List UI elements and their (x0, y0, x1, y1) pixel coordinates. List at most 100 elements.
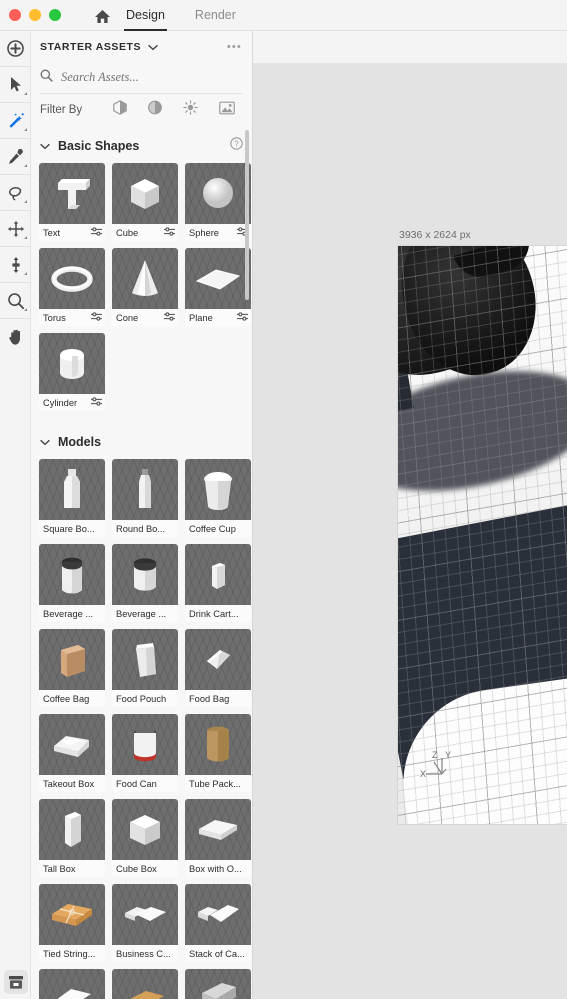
main-tabs[interactable]: Design Render (124, 0, 236, 31)
chevron-down-icon[interactable] (148, 38, 158, 56)
chevron-down-icon[interactable] (40, 433, 50, 451)
asset-tile-food-bag[interactable]: Food Bag (185, 629, 251, 707)
asset-thumbnail[interactable] (112, 163, 178, 224)
tool-flyout-indicator[interactable] (24, 128, 27, 131)
canvas-area[interactable]: 3936 x 2624 px X Z Y (253, 63, 567, 999)
asset-tile-tall-box[interactable]: Tall Box (39, 799, 105, 877)
help-circle-icon[interactable]: ? (230, 137, 243, 155)
asset-tile-round-bottle[interactable]: Round Bo... (112, 459, 178, 537)
asset-thumbnail[interactable] (185, 969, 251, 999)
asset-tile-sphere[interactable]: Sphere (185, 163, 251, 241)
settings-sliders-icon[interactable] (164, 227, 175, 238)
asset-tile-cylinder[interactable]: Cylinder (39, 333, 105, 411)
asset-tile-takeout-box[interactable]: Takeout Box (39, 714, 105, 792)
asset-tile-book-stack[interactable] (185, 969, 251, 999)
move-tool[interactable] (0, 211, 31, 247)
tab-render[interactable]: Render (195, 0, 236, 31)
more-options-icon[interactable]: ••• (227, 41, 242, 52)
select-tool[interactable] (0, 67, 31, 103)
asset-thumbnail[interactable] (39, 248, 105, 309)
asset-tile-cone[interactable]: Cone (112, 248, 178, 326)
maximize-button[interactable] (49, 9, 61, 21)
asset-thumbnail[interactable] (112, 629, 178, 690)
asset-tile-coffee-bag[interactable]: Coffee Bag (39, 629, 105, 707)
close-button[interactable] (9, 9, 21, 21)
assets-scroll-area[interactable]: Basic Shapes ? Text Cube Sphere Torus Co… (31, 127, 252, 999)
asset-thumbnail[interactable] (39, 544, 105, 605)
asset-thumbnail[interactable] (39, 163, 105, 224)
asset-tile-envelope[interactable] (112, 969, 178, 999)
tool-flyout-indicator[interactable] (24, 308, 27, 311)
asset-tile-cube[interactable]: Cube (112, 163, 178, 241)
asset-tile-paper-sheet[interactable] (39, 969, 105, 999)
asset-tile-text[interactable]: Text (39, 163, 105, 241)
asset-thumbnail[interactable] (39, 459, 105, 520)
add-tool[interactable] (0, 31, 31, 67)
archive-icon[interactable] (4, 970, 28, 994)
asset-thumbnail[interactable] (112, 884, 178, 945)
home-icon[interactable] (90, 5, 114, 27)
minimize-button[interactable] (29, 9, 41, 21)
section-header-models[interactable]: Models (31, 411, 252, 459)
tool-flyout-indicator[interactable] (24, 200, 27, 203)
asset-thumbnail[interactable] (39, 969, 105, 999)
asset-thumbnail[interactable] (185, 163, 251, 224)
settings-sliders-icon[interactable] (164, 312, 175, 323)
asset-thumbnail[interactable] (185, 248, 251, 309)
asset-thumbnail[interactable] (39, 884, 105, 945)
magic-wand-tool[interactable] (0, 103, 31, 139)
asset-thumbnail[interactable] (112, 714, 178, 775)
lasso-tool[interactable] (0, 175, 31, 211)
panel-scrollbar[interactable] (245, 130, 249, 300)
light-filter-icon[interactable] (183, 100, 198, 120)
asset-thumbnail[interactable] (185, 544, 251, 605)
asset-tile-business-card[interactable]: Business C... (112, 884, 178, 962)
asset-thumbnail[interactable] (39, 333, 105, 394)
asset-thumbnail[interactable] (112, 799, 178, 860)
image-filter-icon[interactable] (219, 101, 235, 120)
asset-thumbnail[interactable] (39, 799, 105, 860)
asset-thumbnail[interactable] (112, 459, 178, 520)
asset-thumbnail[interactable] (39, 629, 105, 690)
canvas-render-preview[interactable]: X Z Y (398, 246, 567, 824)
asset-thumbnail[interactable] (112, 544, 178, 605)
tool-flyout-indicator[interactable] (24, 236, 27, 239)
material-filter-icon[interactable] (148, 100, 162, 120)
asset-tile-coffee-cup[interactable]: Coffee Cup (185, 459, 251, 537)
asset-thumbnail[interactable] (185, 884, 251, 945)
asset-tile-food-can[interactable]: Food Can (112, 714, 178, 792)
asset-tile-food-pouch[interactable]: Food Pouch (112, 629, 178, 707)
asset-tile-cube-box[interactable]: Cube Box (112, 799, 178, 877)
asset-tile-tied-string-box[interactable]: Tied String... (39, 884, 105, 962)
model-filter-icon[interactable] (113, 100, 127, 120)
asset-thumbnail[interactable] (185, 714, 251, 775)
asset-thumbnail[interactable] (112, 969, 178, 999)
zoom-tool[interactable] (0, 283, 31, 319)
window-controls[interactable] (0, 9, 61, 21)
tool-flyout-indicator[interactable] (24, 92, 27, 95)
asset-thumbnail[interactable] (185, 799, 251, 860)
asset-thumbnail[interactable] (185, 459, 251, 520)
settings-sliders-icon[interactable] (237, 312, 248, 323)
asset-tile-drink-carton[interactable]: Drink Cart... (185, 544, 251, 622)
chevron-down-icon[interactable] (40, 137, 50, 155)
tool-flyout-indicator[interactable] (24, 272, 27, 275)
tool-flyout-indicator[interactable] (24, 164, 27, 167)
asset-tile-torus[interactable]: Torus (39, 248, 105, 326)
pan-tool[interactable] (0, 319, 31, 355)
asset-thumbnail[interactable] (185, 629, 251, 690)
asset-tile-stack-of-cards[interactable]: Stack of Ca... (185, 884, 251, 962)
asset-thumbnail[interactable] (39, 714, 105, 775)
settings-sliders-icon[interactable] (91, 312, 102, 323)
asset-tile-plane[interactable]: Plane (185, 248, 251, 326)
eyedropper-tool[interactable] (0, 139, 31, 175)
settings-sliders-icon[interactable] (91, 227, 102, 238)
settings-sliders-icon[interactable] (91, 397, 102, 408)
asset-tile-tube-package[interactable]: Tube Pack... (185, 714, 251, 792)
tab-design[interactable]: Design (124, 0, 167, 31)
section-header-basic-shapes[interactable]: Basic Shapes ? (31, 127, 252, 163)
search-row[interactable] (40, 62, 243, 94)
asset-tile-square-bottle[interactable]: Square Bo... (39, 459, 105, 537)
asset-thumbnail[interactable] (112, 248, 178, 309)
asset-tile-beverage-can-a[interactable]: Beverage ... (39, 544, 105, 622)
